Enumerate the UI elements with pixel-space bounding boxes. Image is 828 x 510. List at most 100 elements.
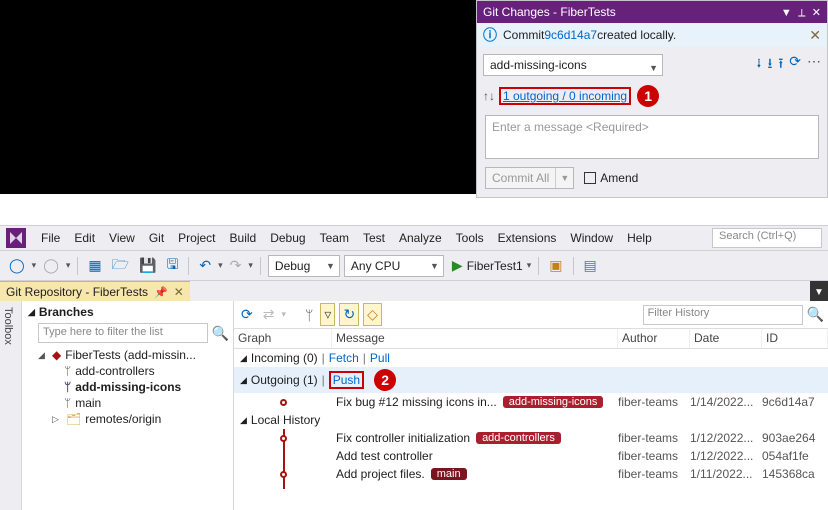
filter-toggle-1[interactable]: ▿ <box>320 303 335 326</box>
col-graph[interactable]: Graph <box>234 329 332 348</box>
branch-node-add-controllers[interactable]: ᛘadd-controllers <box>38 363 233 379</box>
tab-git-repository[interactable]: Git Repository - FiberTests 📌 ✕ <box>0 281 190 303</box>
menu-window[interactable]: Window <box>563 231 620 245</box>
col-message[interactable]: Message <box>332 329 618 348</box>
fetch-link[interactable]: Fetch <box>329 351 359 365</box>
compare-icon[interactable]: ⇄ <box>260 304 278 325</box>
search-input[interactable]: Search (Ctrl+Q) <box>712 228 822 248</box>
branch-badge: add-controllers <box>476 432 561 444</box>
undo-icon[interactable]: ↶ <box>196 255 214 276</box>
menu-help[interactable]: Help <box>620 231 659 245</box>
history-filter-input[interactable]: Filter History <box>643 305 803 325</box>
expand-icon[interactable]: ▼ <box>810 281 828 303</box>
outgoing-group[interactable]: ◢Outgoing (1) | Push 2 <box>234 367 828 393</box>
pin-icon[interactable]: 📌 <box>154 286 168 299</box>
commit-hash-link[interactable]: 9c6d14a7 <box>544 28 597 42</box>
branch-node-add-missing-icons[interactable]: ᛘadd-missing-icons <box>38 379 233 395</box>
push-icon[interactable]: ⭱ <box>778 53 783 77</box>
commit-row[interactable]: Fix bug #12 missing icons in...add-missi… <box>234 393 828 411</box>
more-icon[interactable]: ⋯ <box>807 53 821 77</box>
col-date[interactable]: Date <box>690 329 762 348</box>
outgoing-incoming-link[interactable]: 1 outgoing / 0 incoming <box>499 87 631 105</box>
menubar: File Edit View Git Project Build Debug T… <box>0 226 828 250</box>
checkbox-icon <box>584 172 596 184</box>
filter-toggle-2[interactable]: ↻ <box>339 303 359 326</box>
col-id[interactable]: ID <box>762 329 828 348</box>
run-target[interactable]: FiberTest1 <box>467 259 523 273</box>
menu-build[interactable]: Build <box>223 231 264 245</box>
platform-selector[interactable]: Any CPU▼ <box>344 255 444 277</box>
pull-icon[interactable]: ⭳ <box>767 53 772 77</box>
menu-analyze[interactable]: Analyze <box>392 231 449 245</box>
branch-graph-icon[interactable]: ᛘ <box>302 305 316 325</box>
commit-all-button[interactable]: Commit All ▼ <box>485 167 574 189</box>
incoming-group[interactable]: ◢Incoming (0) | Fetch | Pull <box>234 349 828 367</box>
nav-fwd-icon[interactable]: ◯ <box>40 255 62 276</box>
history-columns: Graph Message Author Date ID <box>234 329 828 349</box>
push-link[interactable]: Push <box>329 371 364 389</box>
toolbox-label: Toolbox <box>0 301 16 351</box>
branch-badge: main <box>431 468 467 480</box>
document-tabbar: Git Repository - FiberTests 📌 ✕ ▼ <box>0 280 828 302</box>
close-icon[interactable]: ✕ <box>174 285 184 299</box>
commit-message-placeholder: Enter a message <Required> <box>492 120 649 134</box>
open-file-icon[interactable]: 🗁 <box>109 252 132 280</box>
filter-toggle-3[interactable]: ◇ <box>363 303 382 326</box>
info-bar: ⓘ Commit 9c6d14a7 created locally. ✕ <box>477 23 827 47</box>
config-selector[interactable]: Debug▼ <box>268 255 340 277</box>
redo-icon[interactable]: ↷ <box>227 255 245 276</box>
commit-row[interactable]: Add project files.main fiber-teams 1/11/… <box>234 465 828 483</box>
commit-message-input[interactable]: Enter a message <Required> <box>485 115 819 159</box>
save-all-icon[interactable]: 🖫 <box>163 252 181 280</box>
branch-node-main[interactable]: ᛘmain <box>38 395 233 411</box>
col-author[interactable]: Author <box>618 329 690 348</box>
sync-icon[interactable]: ⟳ <box>789 53 801 77</box>
vs-logo-icon <box>6 228 26 248</box>
menu-extensions[interactable]: Extensions <box>491 231 564 245</box>
chevron-down-icon[interactable]: ▼ <box>556 173 573 183</box>
nav-back-icon[interactable]: ◯ <box>6 255 28 276</box>
search-icon[interactable]: 🔍 <box>212 325 229 342</box>
branch-filter-input[interactable]: Type here to filter the list <box>38 323 208 343</box>
pin-icon[interactable]: ⟂ <box>798 7 805 19</box>
menu-team[interactable]: Team <box>313 231 356 245</box>
start-icon[interactable]: ▶ <box>452 257 463 274</box>
close-icon[interactable]: ✕ <box>812 7 821 19</box>
pull-link[interactable]: Pull <box>370 351 390 365</box>
branches-tree: ◢◆FiberTests (add-missin... ᛘadd-control… <box>22 347 233 427</box>
repo-node[interactable]: ◢◆FiberTests (add-missin... <box>38 347 233 363</box>
branch-icon: ᛘ <box>64 396 71 410</box>
branch-icon: ᛘ <box>64 380 71 394</box>
commit-row[interactable]: Add test controller fiber-teams 1/12/202… <box>234 447 828 465</box>
local-history-group[interactable]: ◢Local History <box>234 411 828 429</box>
menu-project[interactable]: Project <box>171 231 222 245</box>
refresh-icon[interactable]: ⟳ <box>238 304 256 325</box>
menu-file[interactable]: File <box>34 231 67 245</box>
toolbox-sidebar[interactable]: Toolbox <box>0 301 22 510</box>
fetch-icon[interactable]: ⭭ <box>757 53 762 77</box>
search-icon[interactable]: 🔍 <box>807 306 824 323</box>
branch-selector[interactable]: add-missing-icons ▼ <box>483 54 663 76</box>
menu-tools[interactable]: Tools <box>449 231 491 245</box>
commit-row[interactable]: Fix controller initializationadd-control… <box>234 429 828 447</box>
info-close-icon[interactable]: ✕ <box>809 27 821 44</box>
folder-icon: 🗂 <box>66 412 81 426</box>
menu-edit[interactable]: Edit <box>67 231 102 245</box>
save-icon[interactable]: 💾 <box>136 255 159 276</box>
history-toolbar: ⟳ ⇄▾ ᛘ ▿ ↻ ◇ Filter History 🔍 <box>234 301 828 329</box>
callout-1: 1 <box>637 85 659 107</box>
amend-checkbox[interactable]: Amend <box>584 171 638 185</box>
menu-test[interactable]: Test <box>356 231 392 245</box>
remotes-node[interactable]: ▷🗂remotes/origin <box>38 411 233 427</box>
menu-view[interactable]: View <box>102 231 142 245</box>
branch-name: add-missing-icons <box>490 58 587 72</box>
git-changes-title: Git Changes - FiberTests <box>483 1 616 23</box>
branches-header[interactable]: ◢ Branches <box>22 301 233 323</box>
tool-icon-2[interactable]: ▤ <box>581 255 600 276</box>
menu-debug[interactable]: Debug <box>263 231 312 245</box>
dropdown-icon[interactable]: ▼ <box>781 7 792 19</box>
menu-git[interactable]: Git <box>142 231 171 245</box>
outgoing-incoming-row: ↑↓ 1 outgoing / 0 incoming 1 <box>477 83 827 113</box>
tool-icon-1[interactable]: ▣ <box>546 255 565 276</box>
new-file-icon[interactable]: ▦ <box>85 255 104 276</box>
